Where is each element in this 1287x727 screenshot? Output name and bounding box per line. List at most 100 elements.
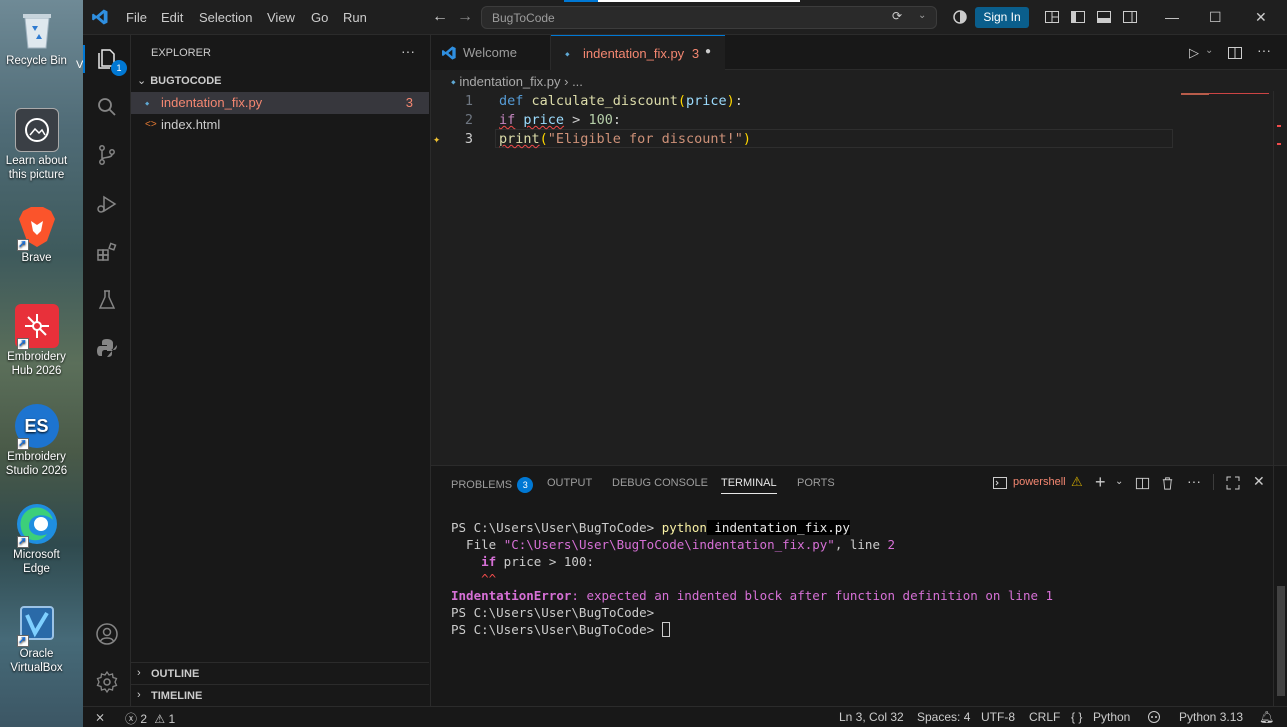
more-actions-icon[interactable]: ···: [1187, 473, 1201, 489]
back-arrow-icon[interactable]: ←: [432, 8, 448, 26]
tab-output[interactable]: OUTPUT: [547, 477, 592, 489]
code-line[interactable]: 2 if price > 100:: [431, 111, 1287, 130]
tab-terminal[interactable]: TERMINAL: [721, 477, 777, 494]
new-terminal-icon[interactable]: +: [1095, 472, 1106, 493]
active-indicator: [83, 45, 85, 73]
desktop-icon-embroidery-studio[interactable]: ES ➚ Embroidery Studio 2026: [0, 404, 73, 478]
terminal-line: ^^: [451, 571, 497, 586]
account-icon[interactable]: [95, 622, 119, 646]
run-and-debug-icon[interactable]: [95, 192, 119, 216]
remote-icon[interactable]: ⨯: [95, 710, 105, 724]
desktop-icon-recycle-bin[interactable]: Recycle Bin: [0, 8, 73, 68]
desktop-icon-virtualbox[interactable]: ➚ Oracle VirtualBox: [0, 601, 73, 675]
menu-edit[interactable]: Edit: [161, 10, 183, 25]
unsaved-dot-icon[interactable]: ●: [705, 46, 711, 57]
chevron-down-icon: ⌄: [137, 75, 147, 87]
eol-status[interactable]: CRLF: [1029, 710, 1060, 724]
more-actions-icon[interactable]: ···: [401, 43, 415, 59]
sign-in-button[interactable]: Sign In: [975, 7, 1029, 28]
tab-problems[interactable]: PROBLEMS 3: [451, 477, 534, 493]
breadcrumb-file[interactable]: indentation_fix.py: [459, 74, 560, 89]
chevron-down-icon[interactable]: ⌄: [1115, 476, 1123, 487]
cursor-position[interactable]: Ln 3, Col 32: [839, 710, 904, 724]
menu-file[interactable]: File: [126, 10, 147, 25]
maximize-panel-icon[interactable]: [1226, 476, 1240, 490]
source-control-icon[interactable]: [95, 143, 119, 167]
breadcrumb-rest[interactable]: › ...: [564, 74, 583, 89]
customize-layout-icon[interactable]: [1044, 9, 1060, 25]
terminal-scrollbar[interactable]: [1273, 466, 1287, 706]
tab-indentation-fix[interactable]: ⬩ indentation_fix.py 3 ●: [551, 35, 725, 70]
tab-debug-console[interactable]: DEBUG CONSOLE: [612, 477, 708, 489]
braces-icon[interactable]: { }: [1071, 710, 1082, 724]
desktop-icon-edge[interactable]: ➚ Microsoft Edge: [0, 502, 73, 576]
timeline-section[interactable]: › TIMELINE: [131, 684, 429, 706]
desktop-icon-brave[interactable]: ➚ Brave: [0, 205, 73, 265]
chevron-right-icon: ›: [137, 667, 141, 679]
run-python-file-icon[interactable]: ▷: [1189, 45, 1199, 61]
search-icon[interactable]: [95, 95, 119, 119]
maximize-icon[interactable]: ☐: [1209, 9, 1222, 26]
menu-selection[interactable]: Selection: [199, 10, 252, 25]
shortcut-arrow-icon: ➚: [16, 239, 29, 251]
python-file-icon: ⬩: [451, 74, 456, 89]
close-panel-icon[interactable]: ✕: [1253, 473, 1265, 490]
editor-scrollbar[interactable]: [1273, 91, 1287, 465]
tab-ports[interactable]: PORTS: [797, 477, 835, 489]
tab-welcome[interactable]: Welcome: [431, 35, 551, 70]
code-line[interactable]: 1 def calculate_discount(price):: [431, 92, 1287, 111]
encoding-status[interactable]: UTF-8: [981, 710, 1015, 724]
close-icon[interactable]: ✕: [1255, 9, 1267, 26]
editor-tabs: Welcome ⬩ indentation_fix.py 3 ● ▷ ⌄ ···: [431, 35, 1287, 70]
title-bar: File Edit Selection View Go Run ← → BugT…: [83, 0, 1287, 35]
minimize-icon[interactable]: —: [1165, 9, 1179, 25]
toggle-panel-icon[interactable]: [1096, 9, 1112, 25]
accounts-shield-icon[interactable]: [952, 9, 968, 25]
menu-view[interactable]: View: [267, 10, 295, 25]
tab-problem-count: 3: [691, 46, 700, 61]
terminal-line: File "C:\Users\User\BugToCode\indentatio…: [451, 536, 895, 553]
toggle-secondary-sidebar-icon[interactable]: [1122, 9, 1138, 25]
extensions-icon[interactable]: [95, 240, 119, 264]
desktop-icon-learn-picture[interactable]: Learn about this picture: [0, 108, 73, 182]
problems-status[interactable]: ⓧ 2 ⚠ 1: [125, 710, 175, 727]
file-name: indentation_fix.py: [161, 95, 263, 110]
chevron-down-icon[interactable]: ⌄: [918, 10, 926, 21]
split-editor-icon[interactable]: [1227, 45, 1243, 61]
file-item-indentation-fix[interactable]: ⬩ indentation_fix.py 3: [131, 92, 429, 114]
menu-run[interactable]: Run: [343, 10, 367, 25]
chevron-down-icon[interactable]: ⌄: [1205, 45, 1213, 56]
indentation-status[interactable]: Spaces: 4: [917, 710, 970, 724]
command-center-search[interactable]: BugToCode ⟳ ⌄: [481, 0, 937, 29]
notifications-bell-icon[interactable]: 🔔︎: [1259, 710, 1274, 724]
desktop-icon-embroidery-hub[interactable]: ➚ Embroidery Hub 2026: [0, 304, 73, 378]
token-number: 100: [588, 112, 613, 128]
language-mode[interactable]: Python: [1093, 710, 1130, 724]
testing-flask-icon[interactable]: [95, 288, 119, 312]
minimap[interactable]: [1181, 91, 1273, 97]
outline-section[interactable]: › OUTLINE: [131, 662, 429, 684]
more-actions-icon[interactable]: ···: [1257, 42, 1271, 58]
toggle-primary-sidebar-icon[interactable]: [1070, 9, 1086, 25]
workspace-folder[interactable]: ⌄ BUGTOCODE: [137, 74, 222, 87]
terminal-prompt: PS C:\Users\User\BugToCode>: [451, 520, 662, 535]
terminal-line[interactable]: PS C:\Users\User\BugToCode>: [451, 621, 670, 638]
forward-arrow-icon[interactable]: →: [457, 8, 473, 26]
menu-go[interactable]: Go: [311, 10, 328, 25]
python-interpreter[interactable]: Python 3.13: [1179, 710, 1243, 724]
terminal-shell-name[interactable]: powershell: [1013, 476, 1066, 488]
token-bracket: ): [742, 131, 751, 147]
settings-gear-icon[interactable]: [95, 670, 119, 694]
code-line-current[interactable]: ✦ 3 print("Eligible for discount!"): [431, 130, 1287, 149]
terminal-line: PS C:\Users\User\BugToCode> python inden…: [451, 519, 850, 536]
trash-icon[interactable]: [1160, 476, 1175, 491]
file-item-index-html[interactable]: <> index.html: [131, 114, 429, 136]
folder-name: BUGTOCODE: [150, 75, 222, 87]
minimap-line: [1181, 93, 1209, 95]
copilot-icon[interactable]: ⟳: [892, 9, 902, 23]
copilot-icon[interactable]: [1147, 710, 1161, 724]
python-icon[interactable]: [95, 336, 119, 360]
scrollbar-thumb[interactable]: [1277, 586, 1285, 696]
sparkle-lightbulb-icon[interactable]: ✦: [433, 130, 440, 149]
split-terminal-icon[interactable]: [1135, 476, 1150, 491]
